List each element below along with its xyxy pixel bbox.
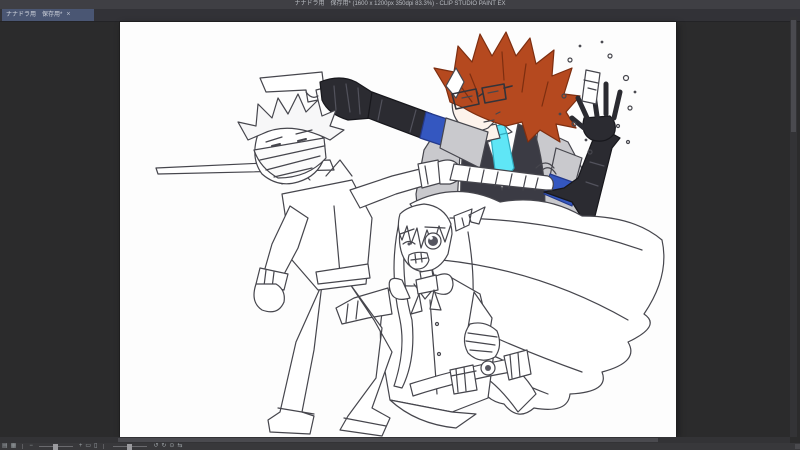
navigator-panel-icon[interactable]: ▤ — [2, 443, 8, 450]
app-window: ナナドラ用 保存用* (1600 x 1200px 350dpi 83.3%) … — [0, 0, 800, 450]
flip-horizontal-icon[interactable]: ⇆ — [177, 443, 182, 450]
horizontal-scrollbar-thumb[interactable] — [118, 438, 658, 442]
drawing-canvas[interactable] — [120, 22, 676, 437]
vertical-scrollbar[interactable] — [790, 17, 797, 437]
statusbar-divider — [103, 444, 105, 449]
document-tab[interactable]: ナナドラ用 保存用* × — [2, 9, 94, 21]
reset-rotation-icon[interactable]: ⊙ — [169, 443, 174, 450]
zoom-slider-handle[interactable] — [52, 443, 58, 450]
rotate-cw-icon[interactable]: ↻ — [161, 443, 166, 450]
rotate-ccw-icon[interactable]: ↺ — [153, 443, 158, 450]
resize-grip[interactable] — [795, 444, 800, 449]
rotation-slider-handle[interactable] — [127, 443, 133, 450]
window-title: ナナドラ用 保存用* (1600 x 1200px 350dpi 83.3%) … — [294, 1, 506, 7]
zoom-slider[interactable] — [38, 443, 73, 450]
statusbar-divider — [22, 444, 24, 449]
actual-size-icon[interactable]: ▯ — [94, 443, 97, 450]
tab-close-icon[interactable]: × — [66, 9, 70, 21]
document-tab-label: ナナドラ用 保存用* — [6, 12, 63, 18]
artwork-illustration — [155, 31, 665, 437]
rotation-slider[interactable] — [113, 443, 148, 450]
zoom-out-icon[interactable]: − — [29, 443, 33, 450]
subview-panel-icon[interactable]: ▦ — [11, 443, 17, 450]
fit-screen-icon[interactable]: ▭ — [85, 443, 91, 450]
status-bar: ▤ ▦ − + ▭ ▯ ↺ ↻ ⊙ ⇆ — [0, 443, 800, 450]
document-tabbar: ナナドラ用 保存用* × — [0, 9, 800, 22]
vertical-scrollbar-thumb[interactable] — [791, 20, 796, 132]
window-titlebar: ナナドラ用 保存用* (1600 x 1200px 350dpi 83.3%) … — [0, 0, 800, 9]
character-girl — [335, 190, 665, 429]
zoom-in-icon[interactable]: + — [79, 443, 83, 450]
